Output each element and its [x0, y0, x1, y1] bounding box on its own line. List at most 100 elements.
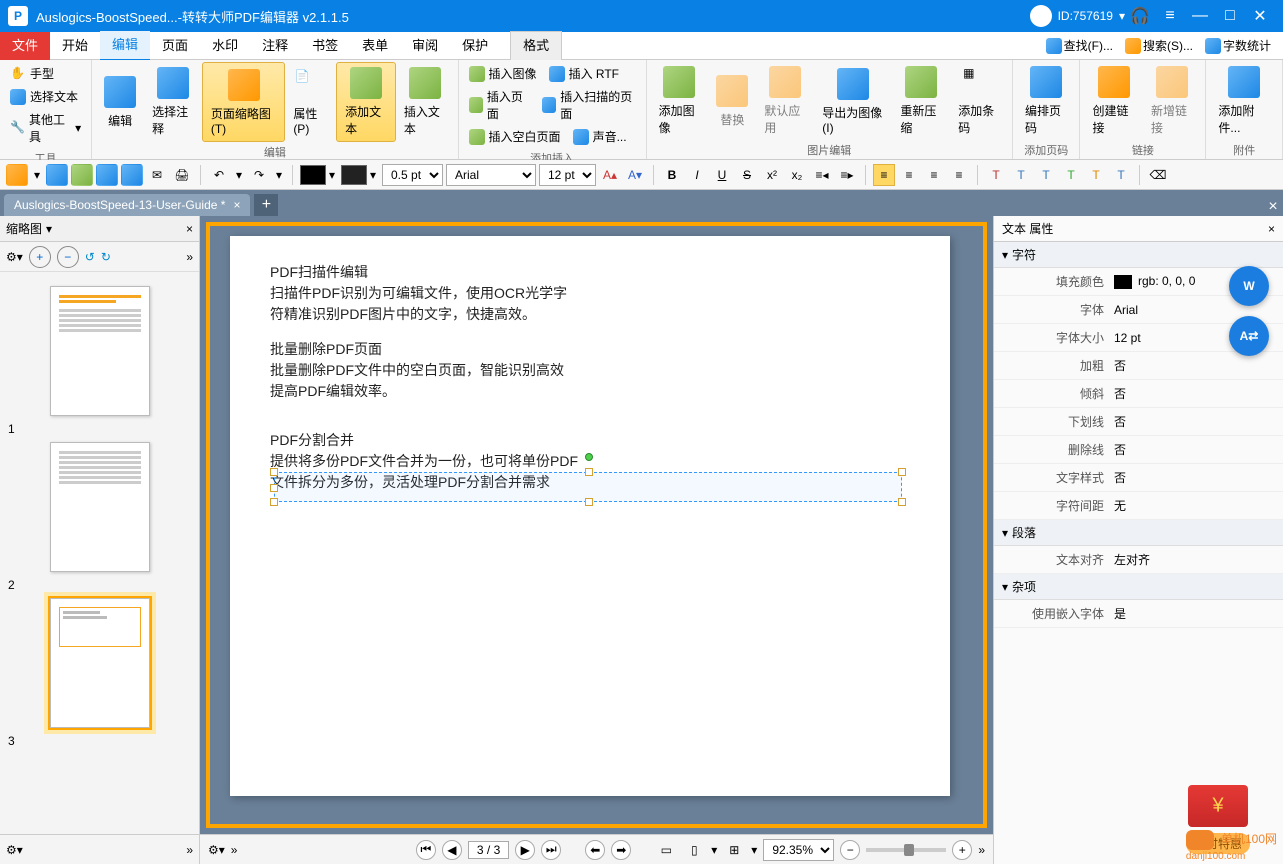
- line-width-select[interactable]: 0.5 pt: [382, 164, 443, 186]
- menu-file[interactable]: 文件: [0, 32, 50, 60]
- open-icon[interactable]: [6, 164, 28, 186]
- page-content[interactable]: PDF扫描件编辑 扫描件PDF识别为可编辑文件，使用OCR光学字 符精准识别PD…: [230, 236, 950, 796]
- add-attachment-button[interactable]: 添加附件...: [1210, 62, 1278, 140]
- t6-button[interactable]: T: [1110, 164, 1132, 186]
- default-app-button[interactable]: 默认应用: [756, 62, 814, 140]
- other-tools[interactable]: 🔧其他工具▾: [4, 108, 87, 148]
- rotate-handle-icon[interactable]: [585, 453, 593, 461]
- clear-format-button[interactable]: ⌫: [1147, 164, 1169, 186]
- minimize-button[interactable]: —: [1185, 7, 1215, 25]
- menu-format[interactable]: 格式: [510, 31, 562, 61]
- tab-close-icon[interactable]: ×: [233, 198, 240, 212]
- superscript-button[interactable]: x²: [761, 164, 783, 186]
- add-tab-button[interactable]: +: [254, 194, 278, 216]
- prop-embed-value[interactable]: 是: [1114, 605, 1273, 622]
- t5-button[interactable]: T: [1085, 164, 1107, 186]
- shrink-font-button[interactable]: A▾: [624, 164, 646, 186]
- zoom-in-button[interactable]: +: [952, 840, 972, 860]
- align-right-button[interactable]: ≡: [923, 164, 945, 186]
- disk1-icon[interactable]: [96, 164, 118, 186]
- t2-button[interactable]: T: [1010, 164, 1032, 186]
- menu-comment[interactable]: 注释: [250, 32, 300, 60]
- align-center-button[interactable]: ≡: [898, 164, 920, 186]
- nav-back-button[interactable]: ⬅: [585, 840, 605, 860]
- bold-button[interactable]: B: [661, 164, 683, 186]
- t4-button[interactable]: T: [1060, 164, 1082, 186]
- hand-tool[interactable]: ✋手型: [4, 62, 87, 85]
- menu-edit[interactable]: 编辑: [100, 31, 150, 61]
- zoom-out-thumb-button[interactable]: −: [57, 246, 79, 268]
- prop-spacing-value[interactable]: 无: [1114, 497, 1273, 514]
- props-close-icon[interactable]: ×: [1268, 222, 1275, 236]
- export-image-button[interactable]: 导出为图像(I): [814, 62, 892, 140]
- thumb-more-icon[interactable]: »: [186, 250, 193, 264]
- last-page-button[interactable]: ⏭: [541, 840, 561, 860]
- menu-review[interactable]: 审阅: [400, 32, 450, 60]
- zoom-in-thumb-button[interactable]: +: [29, 246, 51, 268]
- underline-button[interactable]: U: [711, 164, 733, 186]
- barcode-button[interactable]: ▦添加条码: [950, 62, 1008, 140]
- zoom-select[interactable]: 92.35%: [763, 839, 834, 861]
- indent-left-button[interactable]: ≡◂: [811, 164, 833, 186]
- menu-protect[interactable]: 保护: [450, 32, 500, 60]
- select-annotation-button[interactable]: 选择注释: [144, 62, 202, 142]
- maximize-button[interactable]: □: [1215, 7, 1245, 25]
- current-page[interactable]: 3: [477, 843, 484, 857]
- add-text-button[interactable]: 添加文本: [336, 62, 396, 142]
- thumb-dropdown-icon[interactable]: ▾: [46, 222, 52, 236]
- props-section-misc[interactable]: ▾ 杂项: [994, 574, 1283, 600]
- arrange-pagenum-button[interactable]: 编排页码: [1017, 62, 1075, 140]
- thumbnail-button[interactable]: 页面缩略图(T): [202, 62, 285, 142]
- insert-blank-button[interactable]: 插入空白页面: [463, 125, 567, 148]
- headset-icon[interactable]: 🎧: [1125, 6, 1155, 26]
- fill-color-swatch[interactable]: [300, 165, 326, 185]
- thumb-footer-more-icon[interactable]: »: [186, 843, 193, 857]
- status-gear-icon[interactable]: ⚙▾: [208, 843, 225, 857]
- prop-strike-value[interactable]: 否: [1114, 441, 1273, 458]
- menu-bookmark[interactable]: 书签: [300, 32, 350, 60]
- add-image-button[interactable]: 添加图像: [651, 62, 709, 140]
- italic-button[interactable]: I: [686, 164, 708, 186]
- wordcount-button[interactable]: 字数统计: [1201, 35, 1275, 56]
- text-selection-box[interactable]: [274, 472, 902, 502]
- prev-page-button[interactable]: ◀: [442, 840, 462, 860]
- create-link-button[interactable]: 创建链接: [1084, 62, 1142, 140]
- print-icon[interactable]: 🖨: [171, 164, 193, 186]
- view-mode2-icon[interactable]: ▯: [683, 839, 705, 861]
- menu-form[interactable]: 表单: [350, 32, 400, 60]
- replace-button[interactable]: 替换: [708, 62, 756, 140]
- font-size-select[interactable]: 12 pt: [539, 164, 596, 186]
- zoom-slider[interactable]: [866, 848, 946, 852]
- status-more2-icon[interactable]: »: [978, 843, 985, 857]
- align-left-button[interactable]: ≡: [873, 164, 895, 186]
- edit-button[interactable]: 编辑: [96, 62, 144, 142]
- insert-page-button[interactable]: 插入页面: [463, 85, 536, 125]
- align-justify-button[interactable]: ≡: [948, 164, 970, 186]
- thumb-close-icon[interactable]: ×: [186, 222, 193, 236]
- doc-tab[interactable]: Auslogics-BoostSpeed-13-User-Guide *×: [4, 194, 250, 216]
- grow-font-button[interactable]: A▴: [599, 164, 621, 186]
- new-link-button[interactable]: 新增链接: [1143, 62, 1201, 140]
- menu-start[interactable]: 开始: [50, 32, 100, 60]
- view-mode1-icon[interactable]: ▭: [655, 839, 677, 861]
- undo-button[interactable]: ↶: [208, 164, 230, 186]
- thumbnail-page-1[interactable]: [50, 286, 150, 416]
- docarea-close-icon[interactable]: ×: [1263, 198, 1283, 216]
- nav-fwd-button[interactable]: ➡: [611, 840, 631, 860]
- find-button[interactable]: 查找(F)...: [1042, 35, 1117, 56]
- document-viewport[interactable]: PDF扫描件编辑 扫描件PDF识别为可编辑文件，使用OCR光学字 符精准识别PD…: [206, 222, 987, 828]
- sound-button[interactable]: 声音...: [567, 125, 633, 148]
- subscript-button[interactable]: x₂: [786, 164, 808, 186]
- first-page-button[interactable]: ⏮: [416, 840, 436, 860]
- thumb-gear-icon[interactable]: ⚙▾: [6, 250, 23, 264]
- thumbnail-page-2[interactable]: [50, 442, 150, 572]
- recompress-button[interactable]: 重新压缩: [892, 62, 950, 140]
- rotate-right-icon[interactable]: ↻: [101, 250, 111, 264]
- props-section-para[interactable]: ▾ 段落: [994, 520, 1283, 546]
- zoom-out-button[interactable]: −: [840, 840, 860, 860]
- insert-rtf-button[interactable]: 插入 RTF: [543, 62, 625, 85]
- prop-align-value[interactable]: 左对齐: [1114, 551, 1273, 568]
- stroke-color-swatch[interactable]: [341, 165, 367, 185]
- globe-icon[interactable]: [71, 164, 93, 186]
- disk2-icon[interactable]: [121, 164, 143, 186]
